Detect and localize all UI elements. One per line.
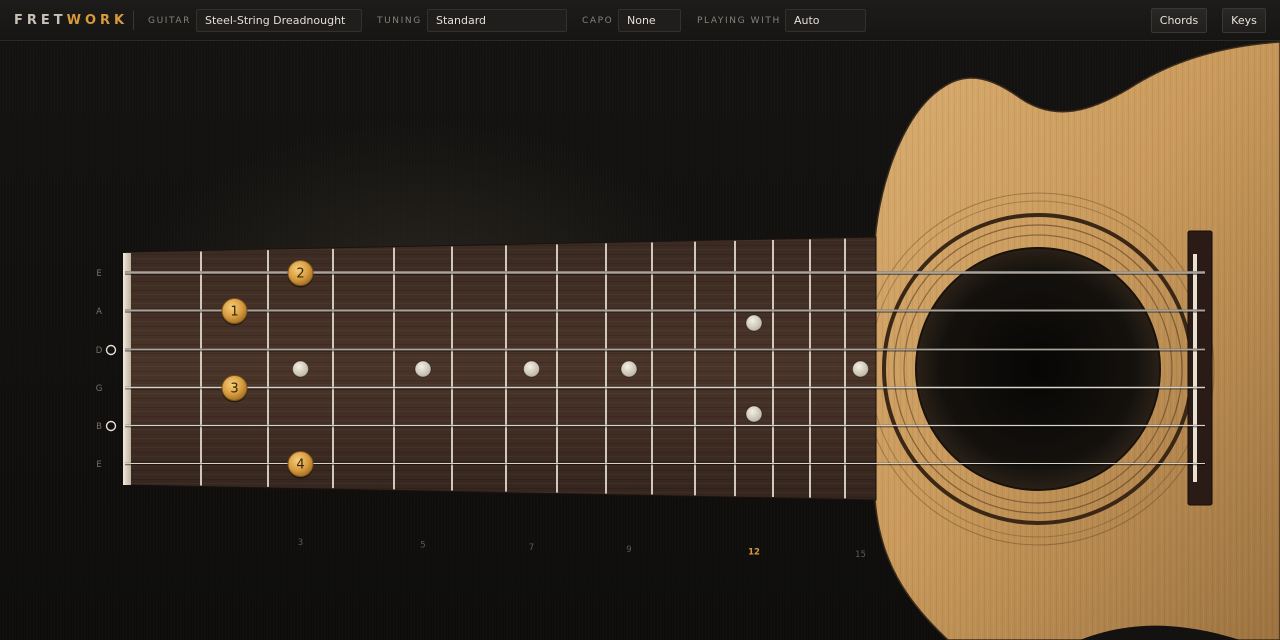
finger-number: 1 [230, 305, 238, 320]
string-label: E [96, 460, 101, 470]
fret-number: 3 [298, 538, 303, 548]
playing-with-label: PLAYING WITH [697, 16, 781, 26]
fret-inlay-dot [414, 360, 432, 378]
fret-number: 7 [529, 543, 534, 553]
string-label: G [96, 384, 103, 394]
finger-marker[interactable]: 2 [287, 260, 314, 288]
finger-number: 3 [230, 382, 238, 397]
fret-number: 12 [748, 548, 760, 558]
finger-marker[interactable]: 4 [287, 451, 314, 479]
fret-inlay-dot [620, 360, 638, 378]
capo-select[interactable]: None [618, 9, 681, 32]
fret-inlay-dot [852, 360, 869, 378]
playing-with-select[interactable]: Auto [785, 9, 866, 32]
string-label: B [96, 422, 102, 432]
tuning-label: TUNING [377, 16, 422, 26]
guitar-view: 2 1 3 4 E A D G B E 3 5 7 9 12 15 [96, 41, 1280, 640]
finger-marker[interactable]: 1 [221, 298, 248, 326]
fret-inlay-dot [745, 405, 763, 423]
fret-number: 9 [626, 545, 631, 555]
finger-number: 4 [296, 458, 304, 473]
fret-number: 15 [855, 550, 866, 560]
fret-inlay-dot [292, 360, 309, 378]
finger-number: 2 [296, 267, 304, 282]
string-label: D [96, 346, 103, 356]
capo-label: CAPO [582, 16, 614, 26]
brand-accent: WORK [66, 13, 129, 28]
fret-number: 5 [420, 541, 425, 551]
nut [123, 253, 131, 485]
tuning-select[interactable]: Standard [427, 9, 567, 32]
string-label: A [96, 307, 102, 317]
fret-inlay-dot [523, 360, 540, 378]
fret-inlay-dot [745, 314, 763, 332]
string-label: E [96, 269, 101, 279]
brand-main: FRET [14, 13, 67, 28]
top-toolbar: FRETWORK GUITAR Steel-String Dreadnought… [0, 0, 1280, 41]
keys-button[interactable]: Keys [1222, 8, 1266, 33]
finger-marker[interactable]: 3 [221, 375, 248, 403]
open-string-indicator[interactable] [105, 344, 117, 356]
open-string-indicator[interactable] [105, 420, 117, 432]
chords-button[interactable]: Chords [1151, 8, 1207, 33]
toolbar-divider [133, 11, 134, 30]
guitar-select[interactable]: Steel-String Dreadnought [196, 9, 362, 32]
app-logo: FRETWORK [14, 13, 128, 29]
guitar-label: GUITAR [148, 16, 192, 26]
